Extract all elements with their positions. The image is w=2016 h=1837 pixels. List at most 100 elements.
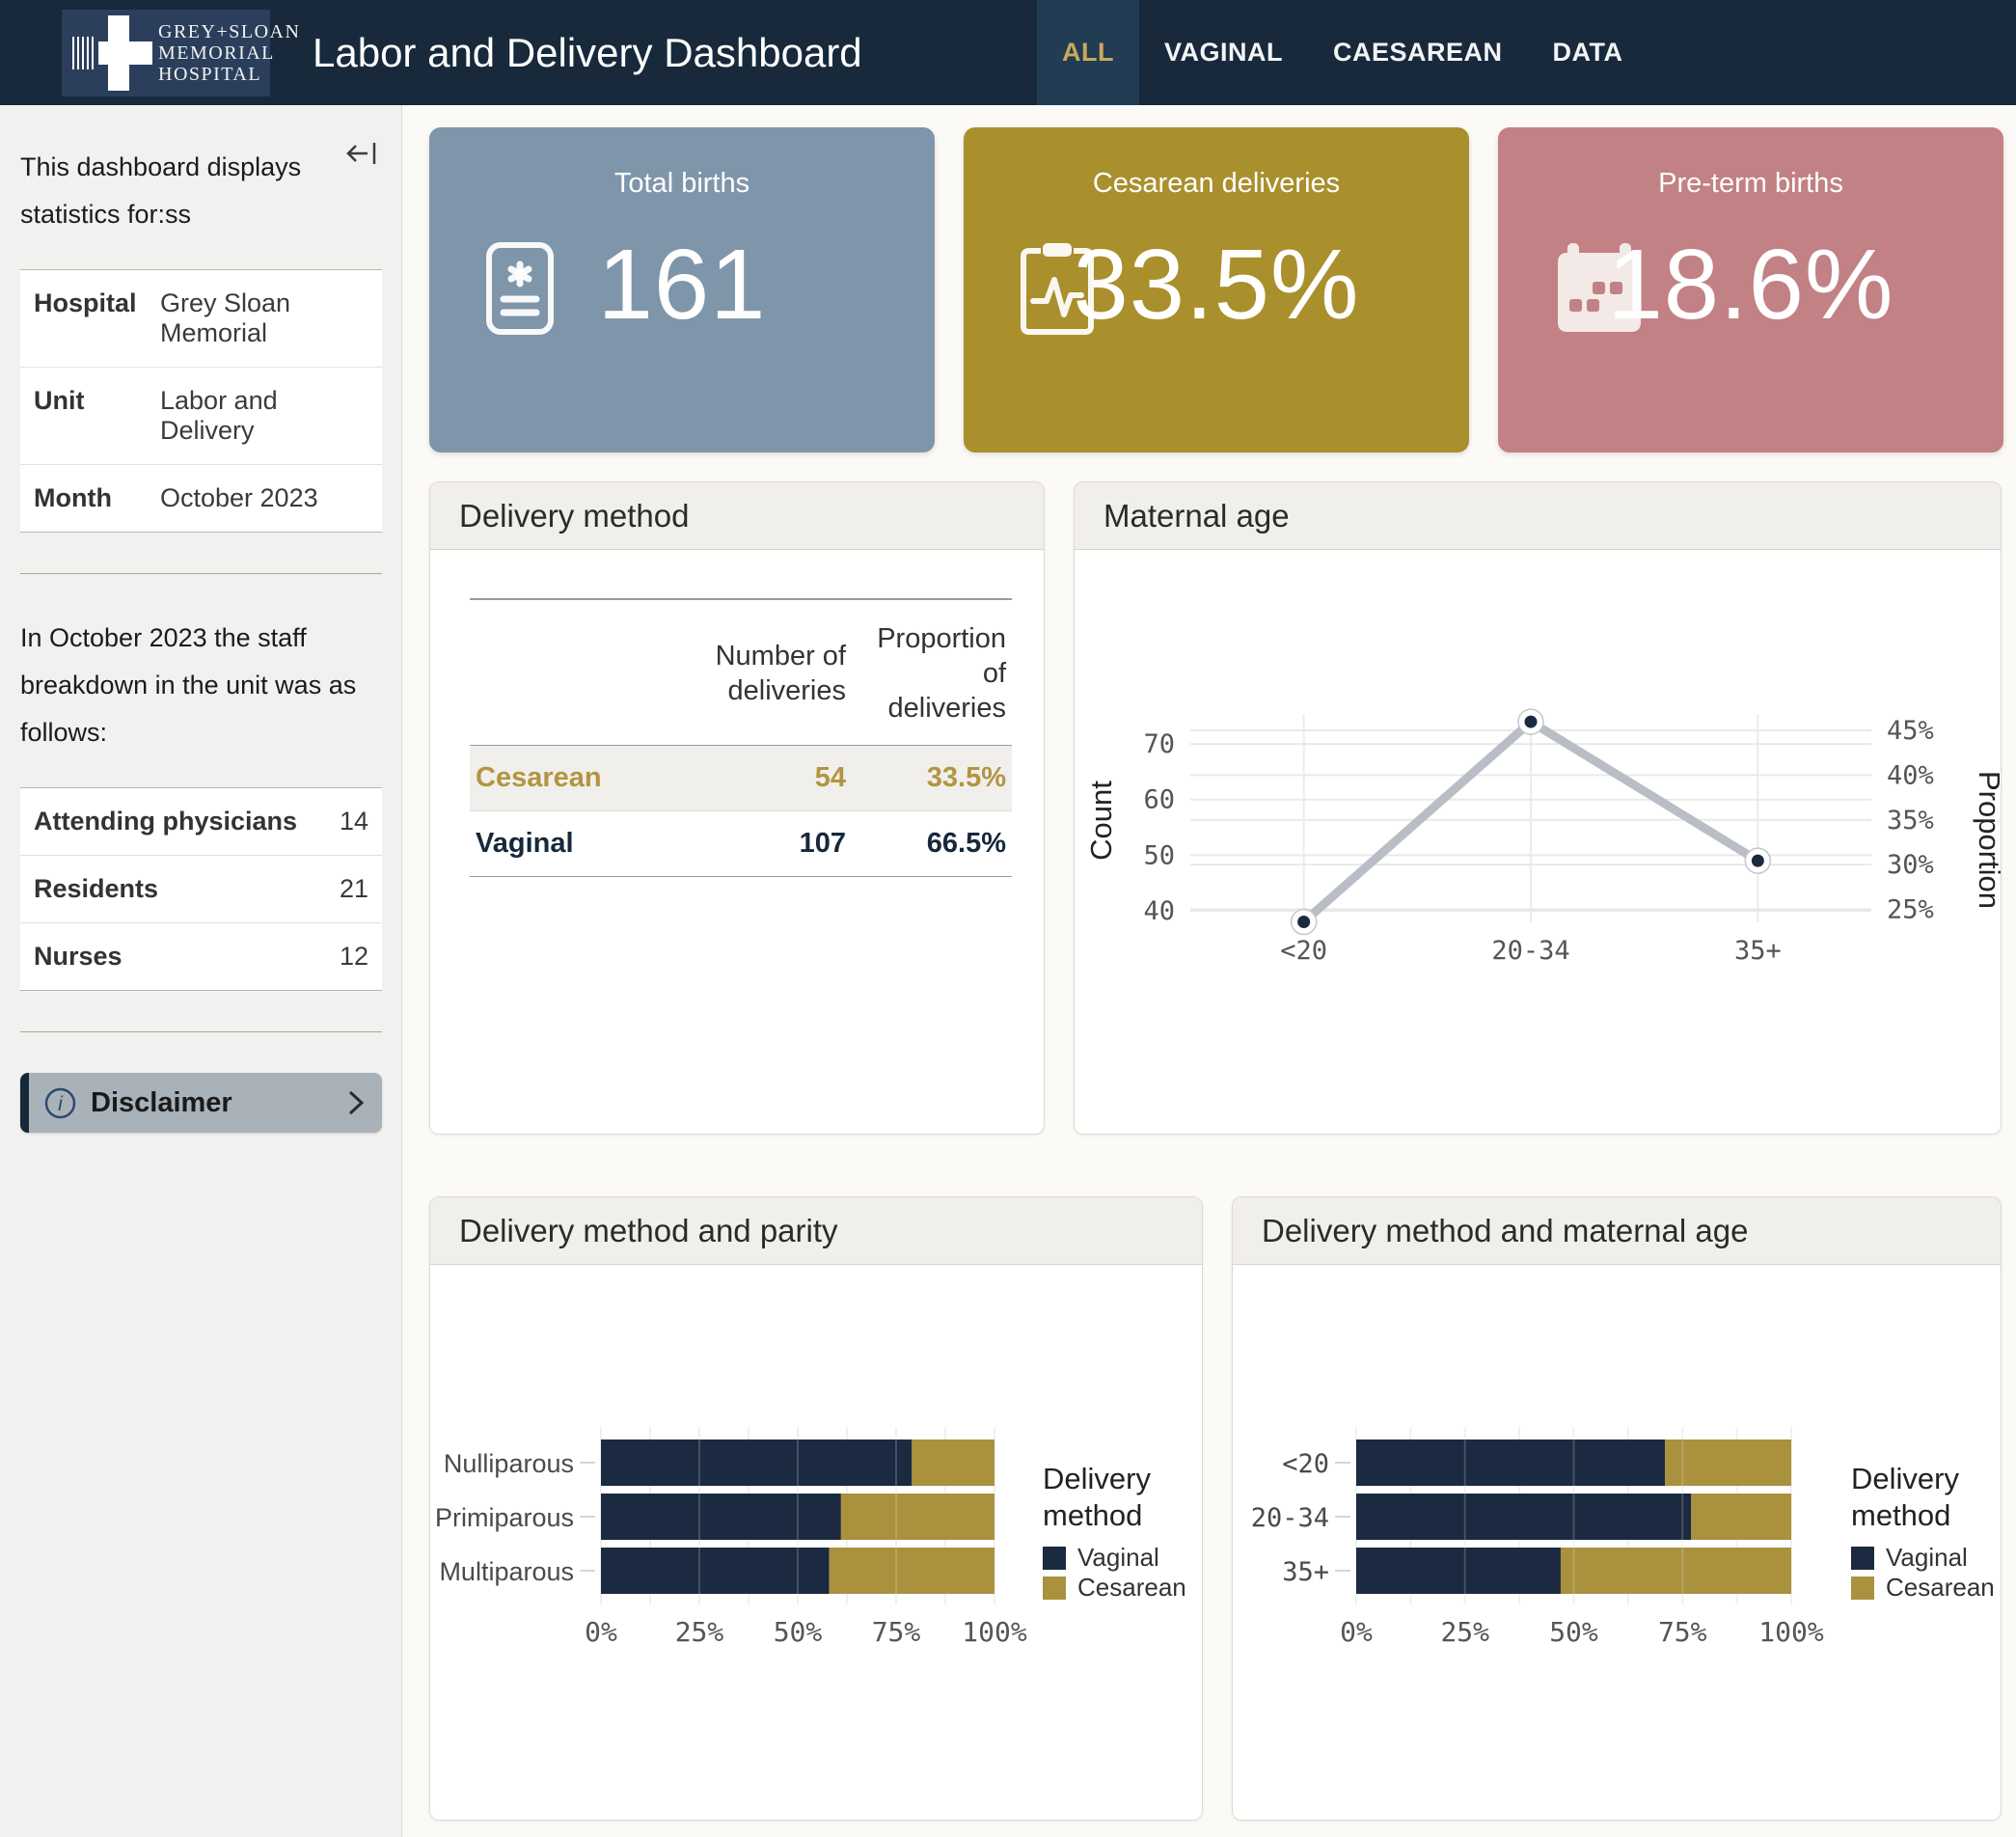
parity-stacked-bar-chart: Nulliparous Primiparous Multiparous 0% 25% 50… bbox=[430, 1265, 1203, 1821]
navbar: GREY+SLOAN MEMORIAL HOSPITAL Labor and D… bbox=[0, 0, 2016, 105]
tab-caesarean[interactable]: CAESAREAN bbox=[1308, 0, 1528, 105]
svg-text:25%: 25% bbox=[1887, 895, 1934, 925]
card-delivery-method: Delivery method Number of deliveries Pro… bbox=[429, 481, 1045, 1135]
row-label: Month bbox=[34, 483, 160, 513]
table-row: Cesarean 54 33.5% bbox=[470, 746, 1012, 811]
hospital-logo: GREY+SLOAN MEMORIAL HOSPITAL bbox=[62, 10, 270, 96]
card-title: Delivery method bbox=[430, 482, 1044, 550]
staff-intro-text: In October 2023 the staff breakdown in t… bbox=[20, 615, 368, 756]
row-label: Unit bbox=[34, 386, 160, 446]
svg-text:method: method bbox=[1043, 1498, 1142, 1532]
divider bbox=[20, 1031, 382, 1032]
sidebar-collapse-icon[interactable] bbox=[341, 134, 384, 173]
column-header: Number of deliveries bbox=[692, 599, 852, 746]
row-value: October 2023 bbox=[160, 483, 318, 513]
svg-text:i: i bbox=[58, 1093, 64, 1115]
svg-text:<20: <20 bbox=[1280, 936, 1327, 966]
svg-text:35+: 35+ bbox=[1282, 1557, 1329, 1587]
svg-text:Cesarean: Cesarean bbox=[1886, 1573, 1995, 1602]
column-header: Proportion of deliveries bbox=[852, 599, 1012, 746]
svg-text:Vaginal: Vaginal bbox=[1886, 1543, 1968, 1572]
table-row: Unit Labor and Delivery bbox=[20, 368, 382, 465]
svg-text:Primiparous: Primiparous bbox=[435, 1503, 574, 1532]
svg-text:40%: 40% bbox=[1887, 760, 1934, 790]
svg-text:75%: 75% bbox=[872, 1616, 921, 1648]
row-proportion: 66.5% bbox=[852, 811, 1012, 877]
svg-text:0%: 0% bbox=[585, 1616, 617, 1648]
row-label: Hospital bbox=[34, 288, 160, 348]
svg-text:20-34: 20-34 bbox=[1491, 936, 1569, 966]
svg-text:method: method bbox=[1851, 1498, 1950, 1532]
svg-text:25%: 25% bbox=[1440, 1616, 1489, 1648]
row-value: 12 bbox=[340, 942, 368, 972]
svg-text:Nulliparous: Nulliparous bbox=[444, 1449, 574, 1478]
svg-text:30%: 30% bbox=[1887, 850, 1934, 880]
svg-text:40: 40 bbox=[1143, 896, 1175, 926]
tab-vaginal[interactable]: VAGINAL bbox=[1139, 0, 1308, 105]
table-row: Month October 2023 bbox=[20, 465, 382, 532]
tab-all[interactable]: ALL bbox=[1037, 0, 1139, 105]
row-label: Nurses bbox=[34, 942, 123, 972]
age-stacked-bar-chart: <20 20-34 35+ 0% 25% 50% 75% 100% Deliverymethod… bbox=[1233, 1265, 2002, 1821]
row-value: 14 bbox=[340, 807, 368, 836]
nav-tabs: ALL VAGINAL CAESAREAN DATA bbox=[1037, 0, 1648, 105]
svg-text:Delivery: Delivery bbox=[1043, 1462, 1151, 1495]
main-content: Total births 161 Cesarean deliveries bbox=[402, 105, 2016, 1837]
maternal-age-line-chart: 4050607025%30%35%40%45%<2020-3435+CountP… bbox=[1075, 550, 2002, 1135]
card-parity: Delivery method and parity Nulliparous Pr… bbox=[429, 1196, 1203, 1821]
row-number: 107 bbox=[692, 811, 852, 877]
row-label: Attending physicians bbox=[34, 807, 297, 836]
value-box-value: 161 bbox=[429, 228, 935, 342]
tab-data[interactable]: DATA bbox=[1528, 0, 1648, 105]
info-icon: i bbox=[44, 1087, 76, 1119]
row-label: Cesarean bbox=[470, 746, 692, 811]
page-title: Labor and Delivery Dashboard bbox=[313, 0, 862, 105]
table-row: Nurses 12 bbox=[20, 923, 382, 990]
svg-text:50%: 50% bbox=[774, 1616, 823, 1648]
staff-table: Attending physicians 14 Residents 21 Nur… bbox=[20, 787, 382, 991]
card-title: Delivery method and parity bbox=[430, 1197, 1202, 1265]
value-box-title: Pre-term births bbox=[1498, 168, 2003, 200]
svg-text:60: 60 bbox=[1143, 785, 1175, 815]
divider bbox=[20, 573, 382, 574]
value-box-cesarean: Cesarean deliveries 33.5% bbox=[964, 127, 1469, 452]
chevron-right-icon bbox=[345, 1087, 367, 1118]
svg-text:25%: 25% bbox=[675, 1616, 724, 1648]
row-value: Labor and Delivery bbox=[160, 386, 368, 446]
svg-text:100%: 100% bbox=[962, 1616, 1027, 1648]
svg-text:Multiparous: Multiparous bbox=[439, 1557, 574, 1586]
sidebar-intro-text: This dashboard displays statistics for:s… bbox=[20, 144, 382, 238]
svg-text:35%: 35% bbox=[1887, 806, 1934, 836]
value-box-value: 33.5% bbox=[964, 228, 1469, 342]
svg-text:20-34: 20-34 bbox=[1251, 1503, 1329, 1533]
card-age-stacked: Delivery method and maternal age <20 20-3… bbox=[1232, 1196, 2002, 1821]
svg-text:50%: 50% bbox=[1549, 1616, 1598, 1648]
row-label: Residents bbox=[34, 874, 158, 904]
svg-text:<20: <20 bbox=[1282, 1449, 1329, 1479]
sidebar: This dashboard displays statistics for:s… bbox=[0, 105, 402, 1837]
table-row: Residents 21 bbox=[20, 856, 382, 923]
svg-text:Delivery: Delivery bbox=[1851, 1462, 1959, 1495]
disclaimer-accordion[interactable]: i Disclaimer bbox=[20, 1073, 382, 1133]
row-label: Vaginal bbox=[470, 811, 692, 877]
svg-text:75%: 75% bbox=[1658, 1616, 1707, 1648]
svg-text:70: 70 bbox=[1143, 729, 1175, 759]
svg-text:Proportion: Proportion bbox=[1973, 771, 2002, 909]
value-box-title: Cesarean deliveries bbox=[964, 168, 1469, 200]
value-box-preterm: Pre-term births 18.6% bbox=[1498, 127, 2003, 452]
svg-text:0%: 0% bbox=[1340, 1616, 1373, 1648]
card-maternal-age: Maternal age 4050607025%30%35%40%45%<202… bbox=[1074, 481, 2002, 1135]
table-row: Attending physicians 14 bbox=[20, 788, 382, 856]
svg-text:100%: 100% bbox=[1758, 1616, 1824, 1648]
hospital-logo-text: GREY+SLOAN MEMORIAL HOSPITAL bbox=[158, 21, 300, 85]
svg-text:Cesarean: Cesarean bbox=[1077, 1573, 1186, 1602]
row-number: 54 bbox=[692, 746, 852, 811]
row-proportion: 33.5% bbox=[852, 746, 1012, 811]
svg-text:35+: 35+ bbox=[1734, 936, 1782, 966]
labor-delivery-dashboard: GREY+SLOAN MEMORIAL HOSPITAL Labor and D… bbox=[0, 0, 2016, 1837]
svg-text:Count: Count bbox=[1084, 781, 1118, 861]
value-box-total-births: Total births 161 bbox=[429, 127, 935, 452]
svg-text:50: 50 bbox=[1143, 840, 1175, 870]
card-title: Delivery method and maternal age bbox=[1233, 1197, 2001, 1265]
row-value: Grey Sloan Memorial bbox=[160, 288, 368, 348]
